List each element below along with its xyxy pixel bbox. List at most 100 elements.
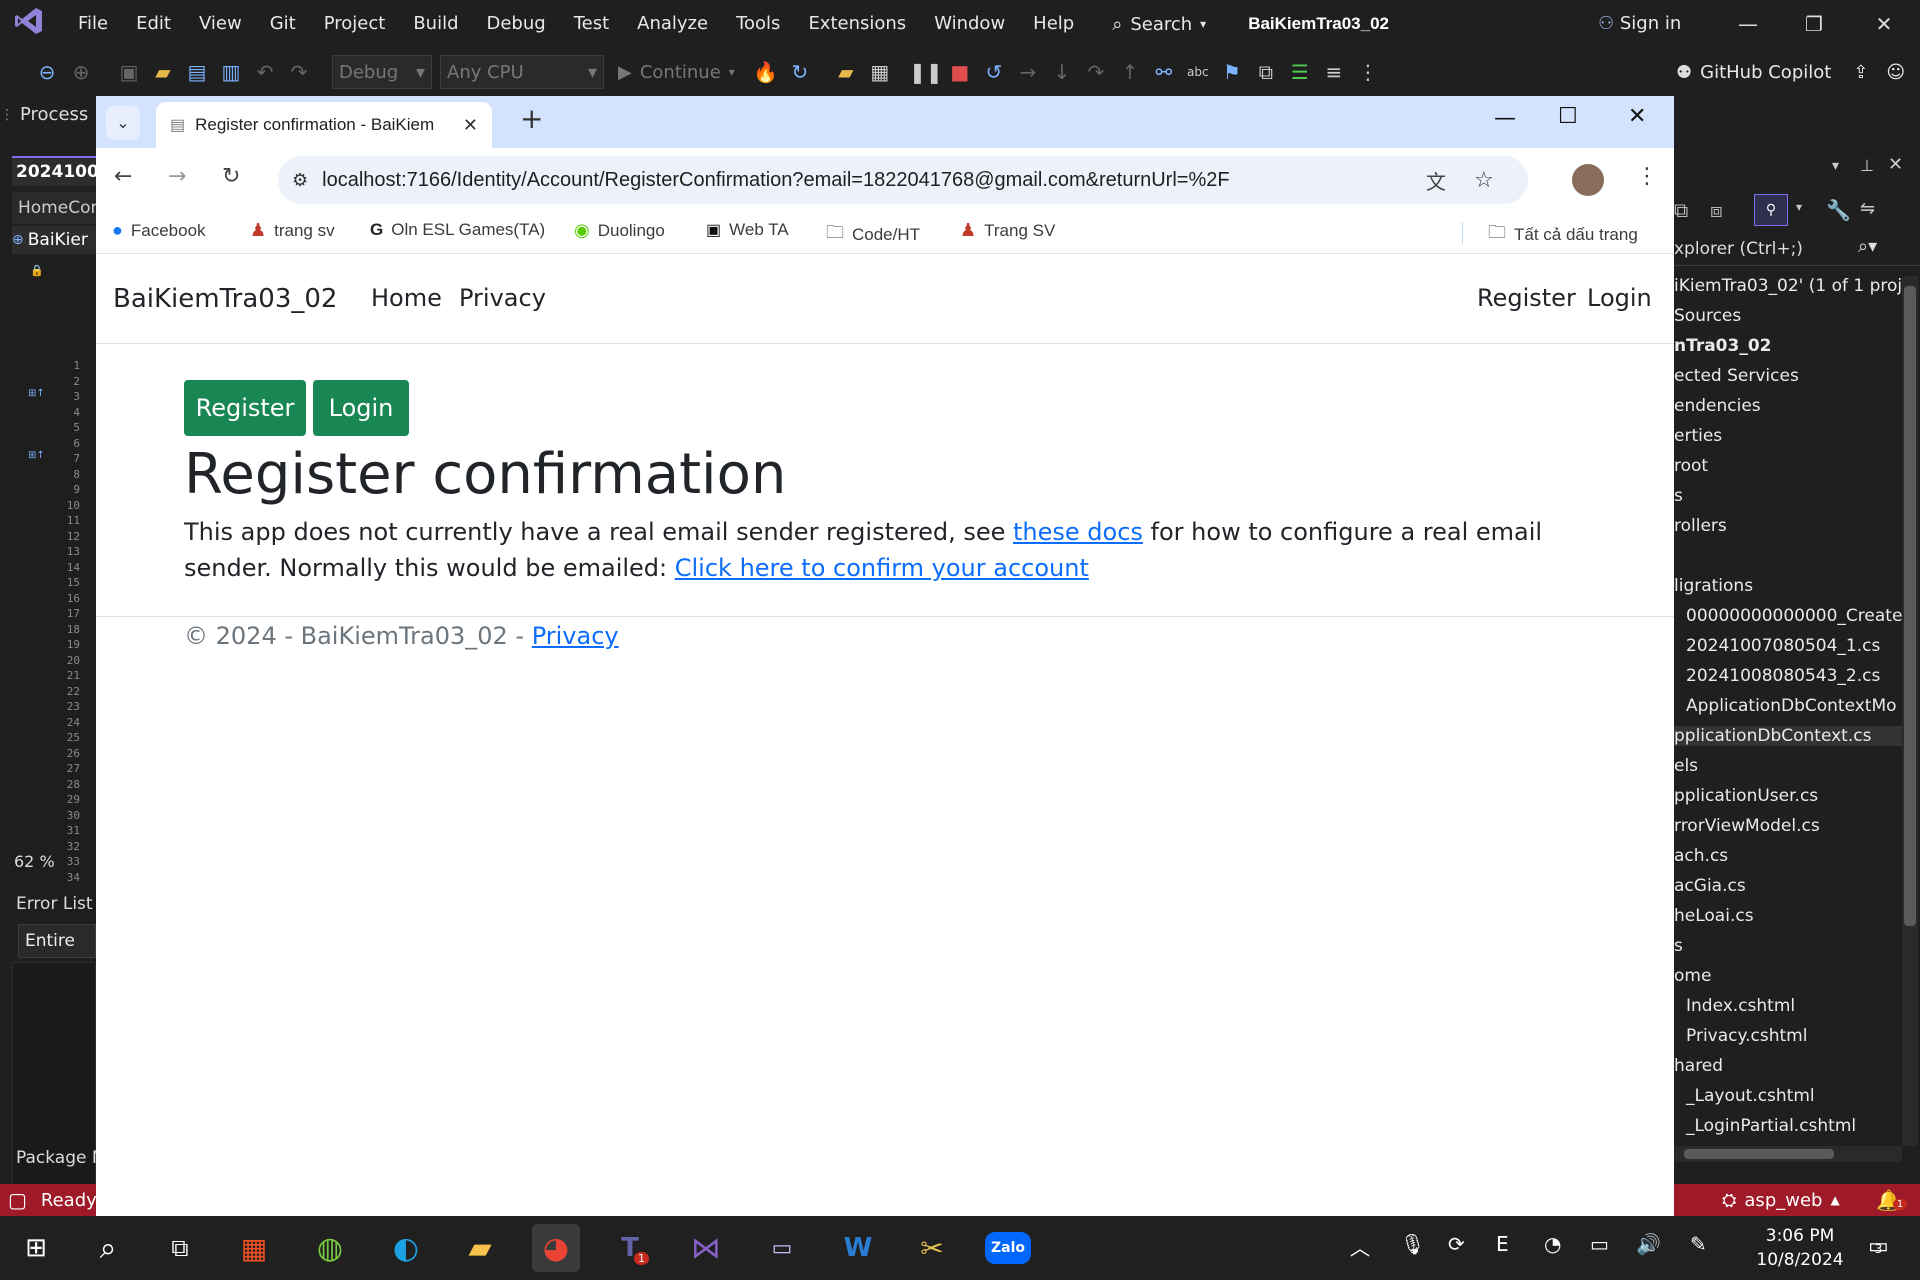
tree-item-tacgia[interactable]: acGia.cs bbox=[1674, 876, 1746, 896]
sync-icon[interactable]: ⧉ bbox=[1674, 198, 1688, 222]
menu-tools[interactable]: Tools bbox=[722, 0, 794, 48]
tree-item-sach[interactable]: ach.cs bbox=[1674, 846, 1728, 866]
taskbar-search-button[interactable]: ⌕ bbox=[84, 1224, 132, 1272]
start-button[interactable]: ⊞ bbox=[12, 1224, 60, 1272]
confirm-account-link[interactable]: Click here to confirm your account bbox=[675, 554, 1089, 582]
refresh-icon[interactable]: ↻ bbox=[783, 60, 817, 84]
open-folder-icon[interactable]: ▰ bbox=[146, 60, 180, 84]
profile-avatar[interactable] bbox=[1572, 164, 1604, 196]
home-controller-tab[interactable]: HomeCor bbox=[12, 192, 97, 224]
feedback-icon[interactable]: ☺ bbox=[1886, 62, 1905, 83]
tree-item-project[interactable]: nTra03_02 bbox=[1674, 336, 1772, 356]
taskbar-teams[interactable]: T1 bbox=[606, 1224, 654, 1272]
tree-item-index-cshtml[interactable]: Index.cshtml bbox=[1686, 996, 1795, 1016]
compare-icon[interactable]: ⧉ bbox=[1249, 60, 1283, 84]
step-back-icon[interactable]: ↷ bbox=[1079, 60, 1113, 84]
sign-in-button[interactable]: ⚇ Sign in bbox=[1598, 0, 1681, 48]
translate-icon[interactable]: 文 bbox=[1426, 166, 1446, 195]
tree-item-dbcontext[interactable]: pplicationDbContext.cs bbox=[1674, 726, 1904, 746]
bookmark-code-ht[interactable]: 🗀 Code/HT bbox=[826, 220, 920, 250]
chrome-maximize-icon[interactable]: ☐ bbox=[1558, 104, 1578, 129]
indent-icon[interactable]: ☰ bbox=[1283, 60, 1317, 84]
bookmark-trang-sv[interactable]: ♟ trang sv bbox=[250, 220, 335, 241]
tree-item-migration-2[interactable]: 20241008080543_2.cs bbox=[1686, 666, 1880, 686]
volume-icon[interactable]: 🔊 bbox=[1636, 1232, 1661, 1256]
chrome-minimize-icon[interactable]: — bbox=[1494, 106, 1516, 131]
chrome-tab-active[interactable]: ▤ Register confirmation - BaiKiem ✕ bbox=[156, 102, 492, 148]
vs-close-icon[interactable]: ✕ bbox=[1856, 0, 1912, 48]
code-editor[interactable] bbox=[12, 256, 96, 946]
footer-privacy-link[interactable]: Privacy bbox=[532, 622, 619, 650]
back-navigate-icon[interactable]: ⊖ bbox=[30, 60, 64, 84]
document-tab-date[interactable]: 20241008 bbox=[12, 156, 111, 186]
step-into-icon[interactable]: ↓ bbox=[1045, 60, 1079, 84]
platform-dropdown[interactable]: Any CPU ▾ bbox=[440, 55, 604, 89]
nav-privacy[interactable]: Privacy bbox=[459, 284, 546, 312]
taskbar-store[interactable]: ▦ bbox=[230, 1224, 278, 1272]
tree-item-views[interactable]: s bbox=[1674, 936, 1683, 956]
taskbar-terminal[interactable]: ▭ bbox=[758, 1224, 806, 1272]
register-button[interactable]: Register bbox=[184, 380, 306, 436]
tree-item-migration-create[interactable]: 00000000000000_Create bbox=[1686, 606, 1902, 626]
restart-icon[interactable]: ↺ bbox=[977, 60, 1011, 84]
tree-scrollbar[interactable] bbox=[1902, 276, 1918, 1146]
pin-icon[interactable]: ⊥ bbox=[1860, 156, 1874, 175]
share-icon[interactable]: ⇪ bbox=[1853, 62, 1868, 83]
bookmark-trang-sv-2[interactable]: ♟ Trang SV bbox=[960, 220, 1055, 241]
address-bar[interactable]: ⚙ localhost:7166/Identity/Account/Regist… bbox=[278, 156, 1528, 204]
chrome-menu-icon[interactable]: ⋮ bbox=[1636, 164, 1658, 189]
undo-icon[interactable]: ↶ bbox=[248, 60, 282, 84]
filter-view-icon[interactable]: ⚲ bbox=[1754, 194, 1788, 226]
tree-item-sources[interactable]: Sources bbox=[1674, 306, 1741, 326]
sync-tray-icon[interactable]: ⟳ bbox=[1448, 1232, 1465, 1256]
layout-icon[interactable]: ▦ bbox=[863, 60, 897, 84]
zoom-level[interactable]: 62 % bbox=[14, 852, 55, 871]
menu-help[interactable]: Help bbox=[1019, 0, 1088, 48]
nav-login[interactable]: Login bbox=[1587, 284, 1652, 312]
solution-search-input[interactable]: xplorer (Ctrl+;) ⌕▾ bbox=[1674, 234, 1920, 266]
language-icon[interactable]: E bbox=[1496, 1232, 1509, 1256]
tree-item-theloai[interactable]: heLoai.cs bbox=[1674, 906, 1754, 926]
panel-dropdown-icon[interactable]: ▾ bbox=[1832, 158, 1839, 174]
docs-link[interactable]: these docs bbox=[1013, 518, 1143, 546]
bookmark-icon[interactable]: ⚑ bbox=[1215, 60, 1249, 84]
wrench-icon[interactable]: 🔧 bbox=[1826, 198, 1851, 222]
stop-icon[interactable]: ■ bbox=[943, 60, 977, 84]
taskbar-app-green[interactable]: ◍ bbox=[306, 1224, 354, 1272]
site-info-icon[interactable]: ⚙ bbox=[292, 170, 308, 191]
tree-item-shared-folder[interactable]: hared bbox=[1674, 1056, 1723, 1076]
reload-icon[interactable]: ↻ bbox=[222, 164, 240, 189]
menu-git[interactable]: Git bbox=[256, 0, 310, 48]
more-tools-icon[interactable]: ⋮ bbox=[1351, 60, 1385, 84]
step-out-icon[interactable]: ↑ bbox=[1113, 60, 1147, 84]
menu-analyze[interactable]: Analyze bbox=[623, 0, 722, 48]
chrome-close-icon[interactable]: ✕ bbox=[1628, 104, 1646, 129]
github-copilot-button[interactable]: ⚉ GitHub Copilot ⇪ ☺ bbox=[1676, 48, 1905, 96]
bookmark-facebook[interactable]: ● Facebook bbox=[112, 220, 206, 241]
tree-item-home-folder[interactable]: ome bbox=[1674, 966, 1711, 986]
collapse-icon[interactable]: ⧈ bbox=[1710, 198, 1723, 222]
save-all-icon[interactable]: ▥ bbox=[214, 60, 248, 84]
tree-item-application-user[interactable]: pplicationUser.cs bbox=[1674, 786, 1818, 806]
tree-item-migrations[interactable]: ligrations bbox=[1674, 576, 1753, 596]
redo-icon[interactable]: ↷ bbox=[282, 60, 316, 84]
nav-home[interactable]: Home bbox=[371, 284, 442, 312]
tree-item-areas[interactable]: s bbox=[1674, 486, 1683, 506]
filter-dropdown-icon[interactable]: ▾ bbox=[1796, 200, 1802, 214]
vs-restore-icon[interactable]: ❐ bbox=[1786, 0, 1842, 48]
tree-item-migration-1[interactable]: 20241007080504_1.cs bbox=[1686, 636, 1880, 656]
taskbar-clock[interactable]: 3:06 PM 10/8/2024 bbox=[1740, 1224, 1860, 1272]
save-icon[interactable]: ▤ bbox=[180, 60, 214, 84]
taskbar-word[interactable]: W bbox=[834, 1224, 882, 1272]
notifications-bell-icon[interactable]: 🔔1 bbox=[1876, 1188, 1908, 1212]
menu-edit[interactable]: Edit bbox=[122, 0, 185, 48]
menu-window[interactable]: Window bbox=[920, 0, 1019, 48]
taskbar-visual-studio[interactable]: ⋈ bbox=[682, 1224, 730, 1272]
tree-item-controllers[interactable]: rollers bbox=[1674, 516, 1727, 536]
tree-item-model-snapshot[interactable]: ApplicationDbContextMo bbox=[1686, 696, 1897, 716]
menu-test[interactable]: Test bbox=[560, 0, 623, 48]
spellcheck-icon[interactable]: abc bbox=[1181, 65, 1215, 79]
tree-item-connected-services[interactable]: ected Services bbox=[1674, 366, 1799, 386]
vs-minimize-icon[interactable]: — bbox=[1720, 0, 1776, 48]
bookmark-esl-games[interactable]: G Oln ESL Games(TA) bbox=[370, 220, 545, 240]
